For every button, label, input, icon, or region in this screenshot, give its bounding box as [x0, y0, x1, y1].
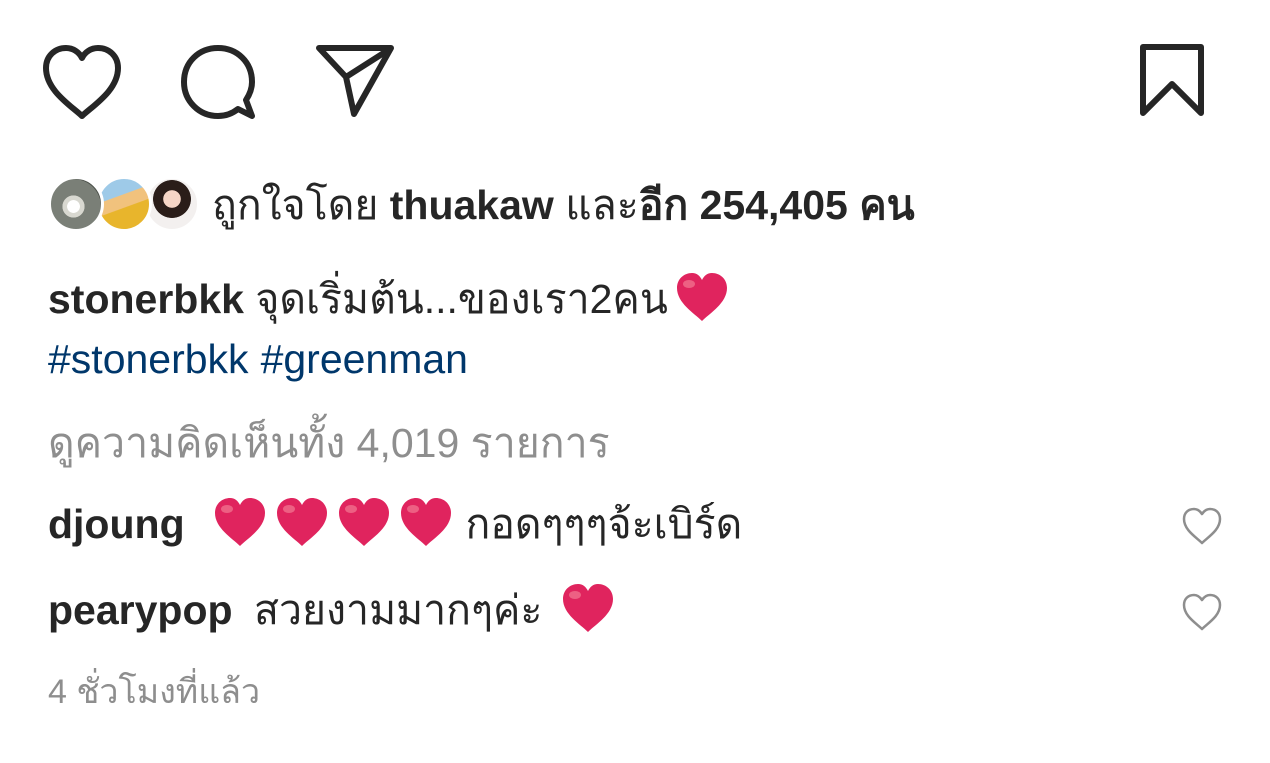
share-button[interactable]: [314, 40, 396, 120]
caption: stonerbkk จุดเริ่มต้น...ของเรา2คน: [48, 270, 730, 328]
comment-username[interactable]: djoung: [48, 501, 185, 547]
caption-username[interactable]: stonerbkk: [48, 276, 244, 322]
comment-text-block: pearypop สวยงามมากๆค่ะ: [48, 580, 616, 640]
post-timestamp: 4 ชั่วโมงที่แล้ว: [48, 673, 261, 711]
caption-hashtags: #stonerbkk #greenman: [48, 330, 480, 388]
comment-username[interactable]: pearypop: [48, 587, 233, 633]
comment-button[interactable]: [176, 40, 260, 124]
hashtag-link[interactable]: #greenman: [261, 336, 468, 382]
avatar: [48, 176, 104, 232]
comment-like-button[interactable]: [1181, 506, 1223, 546]
heart-icon: [1182, 593, 1222, 631]
heart-emoji-icon: [398, 496, 454, 548]
likes-prefix: ถูกใจโดย: [212, 181, 390, 228]
view-all-comments-link[interactable]: ดูความคิดเห็นทั้ง 4,019 รายการ: [48, 414, 610, 472]
heart-emoji-icon: [336, 496, 392, 548]
action-bar: [0, 0, 1270, 150]
avatar: [96, 176, 152, 232]
liker-avatars[interactable]: [48, 172, 200, 238]
likes-row: ถูกใจโดย thuakaw และอีก 254,405 คน: [48, 160, 915, 250]
comment-icon: [181, 45, 255, 119]
like-button[interactable]: [40, 42, 124, 122]
heart-icon: [1182, 507, 1222, 545]
likes-middle: และ: [553, 181, 639, 228]
heart-emoji-icon: [674, 271, 730, 323]
heart-icon: [43, 45, 121, 119]
comment-text: กอดๆๆๆจ้ะเบิร์ด: [465, 501, 743, 547]
comment-like-button[interactable]: [1181, 592, 1223, 632]
hashtag-link[interactable]: #stonerbkk: [48, 336, 249, 382]
heart-emoji-icon: [560, 582, 616, 634]
likes-count[interactable]: อีก 254,405 คน: [639, 182, 915, 228]
comment-row: djoung กอดๆๆๆจ้ะเบิร์ด: [48, 494, 1223, 564]
comment-text: สวยงามมากๆค่ะ: [253, 587, 543, 633]
likes-summary: ถูกใจโดย thuakaw และอีก 254,405 คน: [212, 181, 915, 228]
avatar: [144, 176, 200, 232]
paper-plane-icon: [316, 45, 394, 117]
save-button[interactable]: [1138, 42, 1206, 118]
liker-username[interactable]: thuakaw: [390, 182, 554, 228]
comment-text-block: djoung กอดๆๆๆจ้ะเบิร์ด: [48, 494, 742, 554]
heart-emoji-icon: [212, 496, 268, 548]
heart-emoji-icon: [274, 496, 330, 548]
caption-text: จุดเริ่มต้น...ของเรา2คน: [255, 276, 668, 322]
comment-row: pearypop สวยงามมากๆค่ะ: [48, 580, 1223, 650]
bookmark-icon: [1140, 44, 1204, 116]
